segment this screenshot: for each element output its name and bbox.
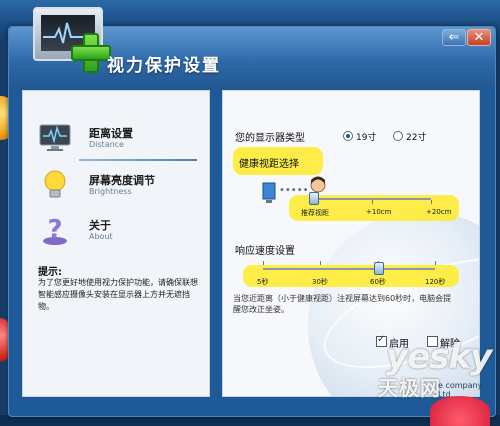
window-title: 视力保护设置 — [107, 56, 221, 76]
distance-tick-label: +20cm — [426, 208, 452, 216]
help-icon: ? — [43, 215, 67, 245]
sidebar-item-sublabel: About — [89, 232, 113, 241]
radio-22-inch[interactable] — [393, 131, 403, 141]
title-bar: 视力保护设置 ⇐ ✕ — [9, 7, 495, 89]
watermark-logo-cn: 天极网 — [378, 376, 441, 400]
sidebar-item-label: 距离设置 — [89, 127, 133, 140]
response-tick-label: 120秒 — [425, 278, 446, 286]
sidebar-item-label: 关于 — [89, 219, 111, 232]
lightbulb-icon — [44, 170, 66, 198]
response-tick — [435, 261, 436, 265]
radio-19-label: 19寸 — [356, 133, 377, 143]
sidebar-item-label: 屏幕亮度调节 — [89, 174, 155, 187]
sidebar-item-distance[interactable]: 距离设置 Distance — [23, 117, 209, 163]
distance-tick-label: 推荐视距 — [301, 209, 329, 217]
response-tick-label: 60秒 — [370, 278, 386, 286]
distance-tick — [372, 200, 373, 204]
active-indicator — [79, 159, 197, 161]
display-type-label: 您的显示器类型 — [235, 133, 305, 144]
distance-tick-label: +10cm — [366, 208, 392, 216]
copyright-text: e company Ltd. — [438, 381, 483, 399]
sidebar-item-brightness[interactable]: 屏幕亮度调节 Brightness — [23, 164, 209, 210]
distance-label: 健康视距选择 — [239, 159, 299, 170]
sidebar-item-about[interactable]: ? 关于 About — [23, 209, 209, 255]
tip-text: 为了您更好地使用视力保护功能，请确保联想智能感应摄像头安装在显示器上方并无遮挡物… — [38, 278, 198, 311]
svg-text:?: ? — [47, 215, 62, 245]
cross-horizontal — [71, 45, 111, 61]
small-monitor-icon — [262, 182, 276, 203]
radio-22-label: 22寸 — [406, 133, 427, 143]
response-speed-label: 响应速度设置 — [235, 246, 295, 257]
sidebar: 距离设置 Distance 屏幕亮度调节 Brightness ? 关于 Abo… — [22, 90, 210, 397]
radio-19-inch[interactable] — [343, 131, 353, 141]
distance-tick — [431, 200, 432, 204]
back-button[interactable]: ⇐ — [442, 29, 466, 46]
response-tick-label: 5秒 — [257, 278, 269, 286]
tip-title: 提示: — [38, 267, 62, 278]
response-slider-track[interactable] — [263, 268, 435, 270]
response-tick — [263, 261, 264, 265]
close-button[interactable]: ✕ — [467, 29, 491, 46]
sidebar-item-sublabel: Distance — [89, 140, 124, 149]
response-tick — [320, 261, 321, 265]
reminder-note: 当您近距离（小于健康视距）注视屏幕达到60秒时，电脑会提醒您改正坐姿。 — [233, 294, 452, 314]
sidebar-item-sublabel: Brightness — [89, 187, 132, 196]
monitor-icon — [39, 124, 71, 151]
response-tick-label: 30秒 — [312, 278, 328, 286]
watermark-logo: yesky — [386, 337, 492, 377]
distance-slider-thumb[interactable] — [309, 192, 319, 205]
response-slider-thumb[interactable] — [374, 262, 384, 275]
health-cross-icon — [71, 33, 111, 73]
